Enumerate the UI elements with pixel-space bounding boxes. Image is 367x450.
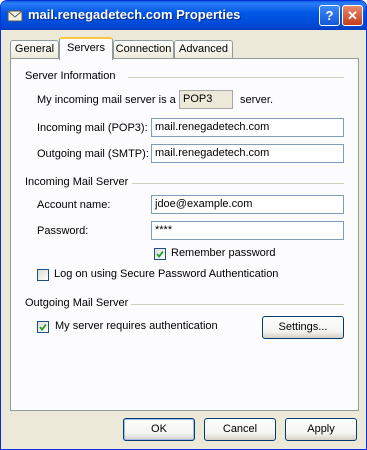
account-name-label: Account name: (37, 199, 111, 211)
tab-servers[interactable]: Servers (59, 37, 113, 60)
envelope-icon (7, 10, 23, 22)
divider (132, 183, 344, 184)
server-information-group-label: Server Information (25, 70, 116, 82)
servers-panel: Server Information My incoming mail serv… (10, 58, 359, 411)
account-name-field[interactable]: jdoe@example.com (151, 195, 344, 214)
ok-button[interactable]: OK (123, 418, 195, 441)
incoming-type-suffix: server. (240, 94, 274, 106)
remember-password-label[interactable]: Remember password (171, 247, 276, 259)
spa-checkbox[interactable] (37, 269, 49, 281)
incoming-mail-field[interactable]: mail.renegadetech.com (151, 118, 344, 137)
cancel-button[interactable]: Cancel (204, 418, 276, 441)
divider (128, 77, 344, 78)
properties-dialog: mail.renegadetech.com Properties ? ✕ Gen… (0, 0, 367, 450)
help-button[interactable]: ? (319, 5, 340, 26)
settings-button[interactable]: Settings... (262, 316, 344, 339)
checkmark-icon (156, 250, 164, 258)
outgoing-mail-server-group-label: Outgoing Mail Server (25, 297, 129, 309)
incoming-type-label: My incoming mail server is a (37, 94, 176, 106)
tab-general[interactable]: General (10, 40, 59, 59)
incoming-mail-label: Incoming mail (POP3): (37, 122, 148, 134)
incoming-mail-server-group-label: Incoming Mail Server (25, 176, 129, 188)
outgoing-mail-label: Outgoing mail (SMTP): (37, 148, 149, 160)
apply-button[interactable]: Apply (285, 418, 357, 441)
incoming-server-type: POP3 (179, 90, 233, 109)
title-bar[interactable]: mail.renegadetech.com Properties ? ✕ (1, 1, 366, 30)
outgoing-mail-field[interactable]: mail.renegadetech.com (151, 144, 344, 163)
window-title: mail.renegadetech.com Properties (28, 7, 241, 22)
password-label: Password: (37, 225, 89, 237)
spa-label[interactable]: Log on using Secure Password Authenticat… (54, 268, 278, 280)
requires-auth-checkbox[interactable] (37, 321, 49, 333)
requires-auth-label[interactable]: My server requires authentication (55, 320, 218, 332)
tab-advanced[interactable]: Advanced (174, 40, 233, 59)
password-field[interactable]: **** (151, 221, 344, 240)
close-button[interactable]: ✕ (342, 5, 363, 26)
checkmark-icon (39, 323, 47, 331)
tab-connection[interactable]: Connection (113, 40, 174, 59)
remember-password-checkbox[interactable] (154, 248, 166, 260)
divider (131, 304, 344, 305)
